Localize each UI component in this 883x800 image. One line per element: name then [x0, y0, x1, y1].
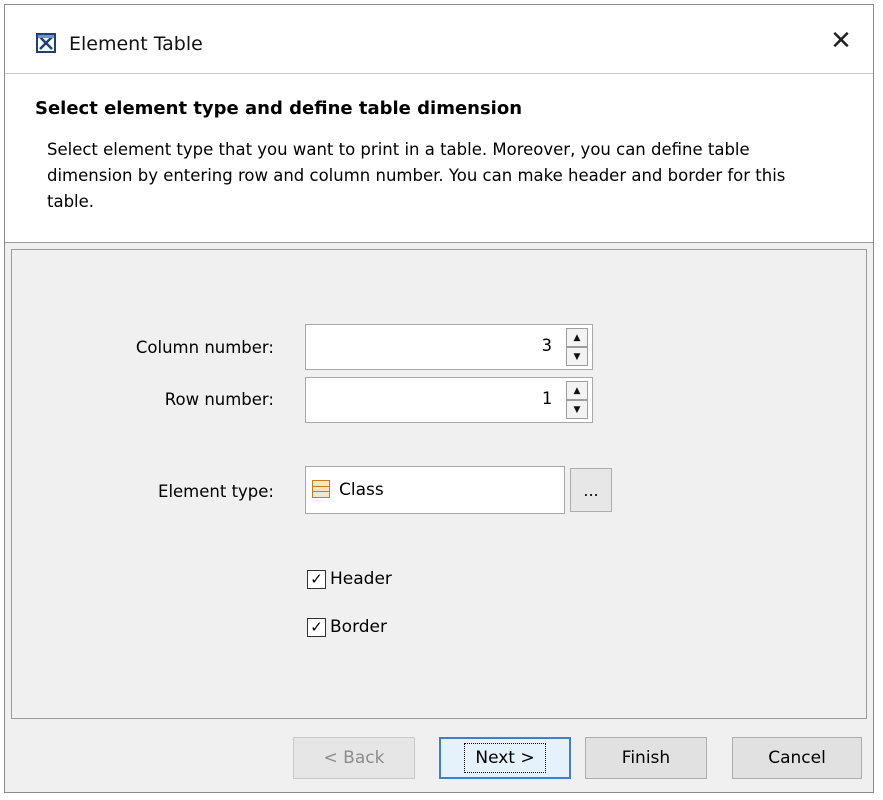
app-icon [36, 33, 56, 53]
window-title: Element Table [69, 33, 203, 55]
header-checkbox-row[interactable]: ✓ Header [307, 569, 392, 589]
row-number-label: Row number: [164, 390, 274, 409]
column-decrement-button[interactable]: ▼ [566, 347, 588, 366]
column-number-label: Column number: [135, 338, 274, 357]
header-title: Select element type and define table dim… [35, 98, 523, 119]
finish-button[interactable]: Finish [585, 737, 707, 779]
arrow-up-icon: ▲ [573, 385, 581, 396]
close-button[interactable]: ✕ [821, 23, 861, 59]
row-number-spinner[interactable]: 1 ▲ ▼ [305, 377, 593, 423]
wizard-header: Select element type and define table dim… [5, 74, 873, 243]
element-type-field[interactable]: Class [305, 466, 565, 514]
border-checkbox-label: Border [330, 617, 387, 637]
element-table-dialog: Element Table ✕ Select element type and … [4, 4, 874, 793]
form-panel: Column number: 3 ▲ ▼ Row number: 1 ▲ ▼ E… [11, 249, 867, 719]
close-icon: ✕ [830, 26, 852, 56]
element-type-value: Class [339, 480, 384, 500]
title-bar: Element Table ✕ [5, 5, 873, 74]
arrow-down-icon: ▼ [573, 404, 581, 415]
next-button-label: Next > [464, 743, 546, 773]
row-decrement-button[interactable]: ▼ [566, 400, 588, 419]
column-number-spinner[interactable]: 3 ▲ ▼ [305, 324, 593, 370]
header-description: Select element type that you want to pri… [47, 140, 786, 211]
arrow-down-icon: ▼ [573, 351, 581, 362]
column-increment-button[interactable]: ▲ [566, 328, 588, 347]
border-checkbox-row[interactable]: ✓ Border [307, 617, 387, 637]
next-button[interactable]: Next > [439, 737, 571, 779]
checkmark-icon: ✓ [310, 617, 323, 636]
back-button[interactable]: < Back [293, 737, 415, 779]
element-type-label: Element type: [158, 482, 274, 501]
row-number-value: 1 [541, 389, 552, 409]
border-checkbox[interactable]: ✓ [307, 617, 326, 637]
cancel-button[interactable]: Cancel [732, 737, 862, 779]
browse-element-type-button[interactable]: ... [570, 468, 612, 512]
checkmark-icon: ✓ [310, 569, 323, 588]
header-checkbox-label: Header [330, 569, 392, 589]
header-checkbox[interactable]: ✓ [307, 569, 326, 589]
row-increment-button[interactable]: ▲ [566, 381, 588, 400]
arrow-up-icon: ▲ [573, 332, 581, 343]
column-spin-buttons: ▲ ▼ [566, 328, 588, 366]
row-spin-buttons: ▲ ▼ [566, 381, 588, 419]
class-icon [312, 480, 330, 498]
column-number-value: 3 [541, 336, 552, 356]
button-bar: < Back Next > Finish Cancel [5, 725, 873, 792]
